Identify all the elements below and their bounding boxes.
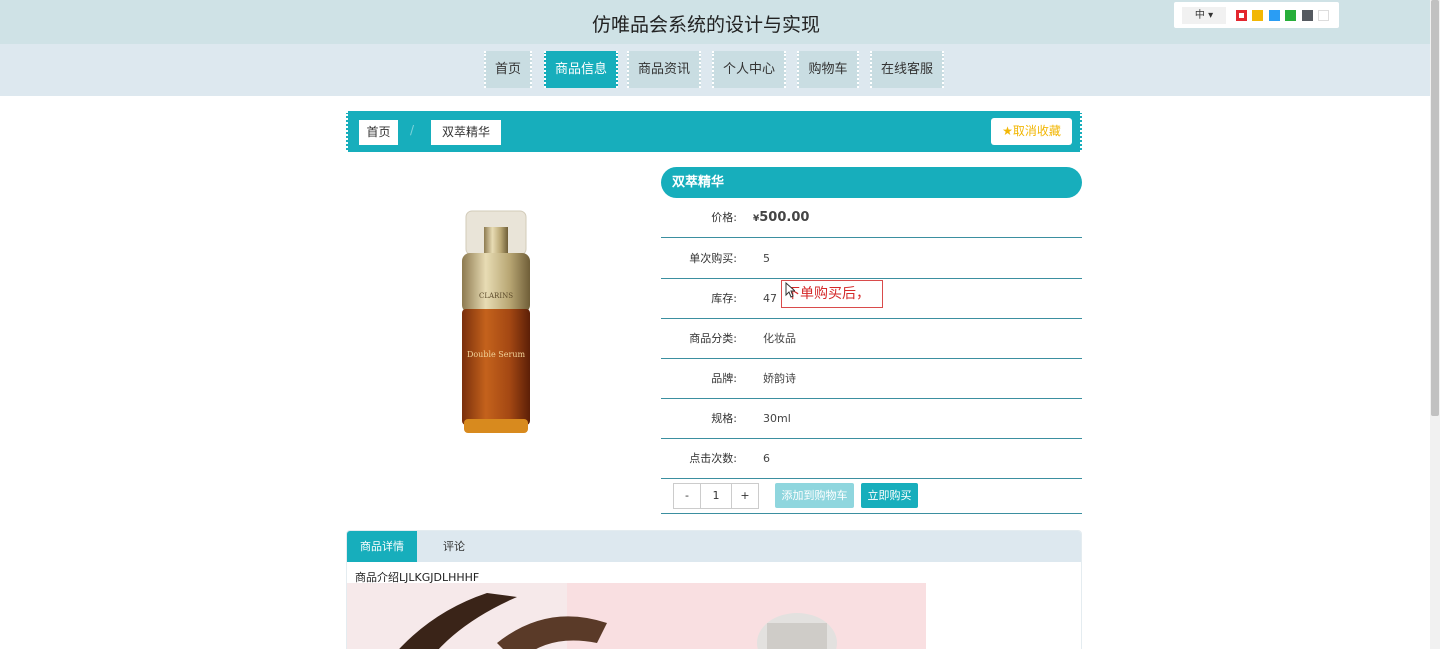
language-select[interactable]: 中 ▾ (1182, 7, 1226, 24)
info-row-spec: 规格: 30ml (661, 399, 1082, 439)
top-header: 仿唯品会系统的设计与实现 中 ▾ (0, 0, 1430, 44)
scrollbar-thumb[interactable] (1431, 0, 1439, 416)
product-image: CLARINS Double Serum (462, 210, 530, 433)
stock-value: 47 (763, 292, 777, 305)
info-row-category: 商品分类: 化妆品 (661, 319, 1082, 359)
price-label: 价格: (711, 211, 737, 224)
breadcrumb: 首页 / 双萃精华 ★取消收藏 (346, 111, 1082, 152)
tab-comments[interactable]: 评论 (425, 531, 483, 562)
brand-label: 品牌: (711, 372, 737, 385)
clicks-label: 点击次数: (689, 452, 737, 465)
star-icon: ★ (1002, 124, 1013, 138)
theme-swatch-red[interactable] (1236, 10, 1247, 21)
per-purchase-label: 单次购买: (689, 252, 737, 265)
annotation-textbox[interactable]: 下单购买后， (781, 280, 883, 308)
info-row-clicks: 点击次数: 6 (661, 439, 1082, 479)
breadcrumb-current: 双萃精华 (431, 120, 501, 145)
brand-value: 娇韵诗 (763, 372, 796, 385)
nav-item-home[interactable]: 首页 (484, 51, 532, 88)
svg-text:CLARINS: CLARINS (479, 292, 513, 300)
per-purchase-value: 5 (763, 252, 770, 265)
theme-swatch-green[interactable] (1285, 10, 1296, 21)
category-label: 商品分类: (689, 332, 737, 345)
tab-details[interactable]: 商品详情 (347, 531, 417, 562)
product-detail-image (347, 583, 926, 649)
quantity-plus-button[interactable]: + (731, 483, 759, 509)
theme-swatch-blue[interactable] (1269, 10, 1280, 21)
theme-swatch-gray[interactable] (1302, 10, 1313, 21)
breadcrumb-separator: / (410, 123, 415, 137)
nav-item-service[interactable]: 在线客服 (870, 51, 944, 88)
info-row-per-purchase: 单次购买: 5 (661, 239, 1082, 279)
spec-value: 30ml (763, 412, 791, 425)
breadcrumb-home[interactable]: 首页 (359, 120, 398, 145)
product-tabs: 商品详情 评论 商品介绍LJLKGJDLHHHF (346, 530, 1082, 649)
unfavorite-label: 取消收藏 (1012, 124, 1061, 138)
main-nav: 首页 商品信息 商品资讯 个人中心 购物车 在线客服 (0, 44, 1430, 96)
product-name-header: 双萃精华 (661, 167, 1082, 198)
unfavorite-button[interactable]: ★取消收藏 (991, 118, 1072, 145)
clicks-value: 6 (763, 452, 770, 465)
page-scrollbar[interactable] (1430, 0, 1440, 649)
info-row-price: 价格: ¥500.00 (661, 198, 1082, 238)
quantity-minus-button[interactable]: - (673, 483, 701, 509)
nav-item-cart[interactable]: 购物车 (797, 51, 859, 88)
mouse-cursor-icon (785, 282, 795, 298)
tabs-header: 商品详情 评论 (347, 531, 1081, 562)
info-row-brand: 品牌: 娇韵诗 (661, 359, 1082, 399)
nav-item-products[interactable]: 商品信息 (544, 51, 618, 88)
stock-label: 库存: (711, 292, 737, 305)
theme-switcher: 中 ▾ (1174, 2, 1339, 28)
theme-swatch-white[interactable] (1318, 10, 1329, 21)
nav-item-profile[interactable]: 个人中心 (712, 51, 786, 88)
buy-now-button[interactable]: 立即购买 (861, 483, 918, 508)
svg-text:Double Serum: Double Serum (467, 350, 526, 359)
price-value: ¥500.00 (753, 210, 810, 225)
purchase-row: - 1 + 添加到购物车 立即购买 (661, 478, 1082, 514)
quantity-input[interactable]: 1 (700, 483, 732, 509)
add-to-cart-button[interactable]: 添加到购物车 (775, 483, 854, 508)
theme-swatch-yellow[interactable] (1252, 10, 1263, 21)
category-value: 化妆品 (763, 332, 796, 345)
nav-item-news[interactable]: 商品资讯 (627, 51, 701, 88)
spec-label: 规格: (711, 412, 737, 425)
